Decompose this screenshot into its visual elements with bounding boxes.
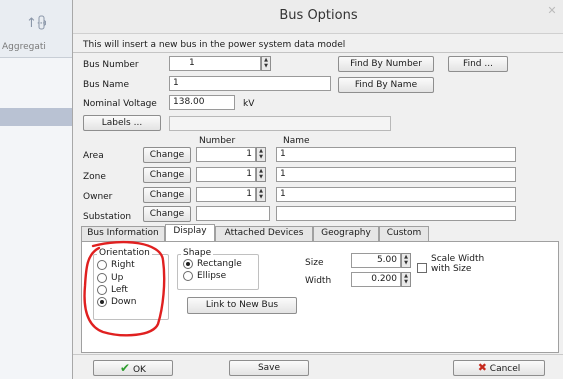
- size-input[interactable]: 5.00: [351, 253, 401, 268]
- aggregation-icon: ↑⇢: [24, 12, 48, 34]
- zone-name-input[interactable]: 1: [276, 167, 516, 182]
- title-bar: Bus Options ✕: [73, 0, 563, 34]
- size-label: Size: [305, 258, 324, 268]
- area-number-spinner[interactable]: ▲ ▼: [256, 147, 266, 162]
- ok-button[interactable]: ✔ OK: [93, 360, 173, 376]
- width-label: Width: [305, 276, 332, 286]
- substation-change-button[interactable]: Change: [143, 206, 191, 222]
- find-by-name-button[interactable]: Find By Name: [338, 77, 434, 93]
- bus-name-input[interactable]: 1: [169, 76, 331, 91]
- bus-options-dialog: Bus Options ✕ This will insert a new bus…: [72, 0, 563, 379]
- size-spinner[interactable]: ▲ ▼: [401, 253, 411, 268]
- dialog-title: Bus Options: [279, 8, 358, 23]
- spin-down-icon[interactable]: ▼: [402, 279, 410, 285]
- zone-label: Zone: [83, 172, 106, 182]
- cancel-label: Cancel: [489, 364, 521, 374]
- substation-label: Substation: [83, 212, 132, 222]
- background-aggregation-label[interactable]: Aggregati: [2, 42, 46, 52]
- area-name-input[interactable]: 1: [276, 147, 516, 162]
- close-icon[interactable]: ✕: [543, 4, 561, 22]
- area-change-button[interactable]: Change: [143, 147, 191, 163]
- bus-number-label: Bus Number: [83, 60, 139, 70]
- info-separator: [73, 52, 563, 53]
- zone-change-button[interactable]: Change: [143, 167, 191, 183]
- nominal-voltage-input[interactable]: 138.00: [169, 95, 235, 110]
- scale-width-checkbox[interactable]: [417, 263, 427, 273]
- red-annotation-circle: [83, 240, 166, 337]
- owner-change-button[interactable]: Change: [143, 187, 191, 203]
- background-band: [0, 108, 72, 126]
- name-column-header: Name: [283, 136, 310, 146]
- find-button[interactable]: Find ...: [448, 56, 508, 72]
- zone-number-spinner[interactable]: ▲ ▼: [256, 167, 266, 182]
- cancel-button[interactable]: ✖ Cancel: [453, 360, 545, 376]
- kv-unit-label: kV: [243, 99, 255, 109]
- shape-rectangle-radio[interactable]: [183, 259, 193, 269]
- spin-down-icon[interactable]: ▼: [402, 260, 410, 266]
- background-app: ↑⇢ Aggregati: [0, 0, 72, 379]
- width-spinner[interactable]: ▲ ▼: [401, 272, 411, 287]
- shape-ellipse-radio[interactable]: [183, 271, 193, 281]
- bus-number-spinner[interactable]: ▲ ▼: [261, 56, 271, 71]
- owner-label: Owner: [83, 192, 113, 202]
- tab-attached-devices[interactable]: Attached Devices: [215, 226, 313, 241]
- bus-name-label: Bus Name: [83, 80, 129, 90]
- labels-field[interactable]: [169, 116, 391, 131]
- spin-down-icon[interactable]: ▼: [257, 154, 265, 160]
- area-number-input[interactable]: 1: [196, 147, 256, 162]
- width-input[interactable]: 0.200: [351, 272, 401, 287]
- info-text: This will insert a new bus in the power …: [83, 40, 346, 50]
- bus-number-input[interactable]: 1: [169, 56, 261, 71]
- area-label: Area: [83, 151, 104, 161]
- check-icon: ✔: [120, 361, 131, 375]
- find-by-number-button[interactable]: Find By Number: [338, 56, 434, 72]
- save-button[interactable]: Save: [229, 360, 309, 376]
- link-to-new-bus-button[interactable]: Link to New Bus: [187, 297, 297, 314]
- owner-number-input[interactable]: 1: [196, 187, 256, 202]
- scale-width-label[interactable]: Scale Width with Size: [431, 254, 495, 274]
- spin-down-icon[interactable]: ▼: [257, 194, 265, 200]
- owner-name-input[interactable]: 1: [276, 187, 516, 202]
- ok-label: OK: [132, 365, 146, 375]
- nominal-voltage-label: Nominal Voltage: [83, 99, 157, 109]
- spin-down-icon[interactable]: ▼: [262, 63, 270, 69]
- substation-number-input[interactable]: [196, 206, 270, 221]
- shape-ellipse-label[interactable]: Ellipse: [197, 271, 226, 281]
- tab-custom[interactable]: Custom: [379, 226, 429, 241]
- bus-number-value: 1: [189, 58, 195, 68]
- spin-down-icon[interactable]: ▼: [257, 174, 265, 180]
- shape-title: Shape: [181, 248, 214, 258]
- owner-number-spinner[interactable]: ▲ ▼: [256, 187, 266, 202]
- substation-name-input[interactable]: [276, 206, 516, 221]
- tab-geography[interactable]: Geography: [313, 226, 379, 241]
- zone-number-input[interactable]: 1: [196, 167, 256, 182]
- footer-separator: [73, 354, 563, 355]
- labels-button[interactable]: Labels ...: [83, 115, 161, 131]
- number-column-header: Number: [199, 136, 236, 146]
- close-x-icon: ✖: [477, 361, 487, 374]
- shape-rectangle-label[interactable]: Rectangle: [197, 259, 242, 269]
